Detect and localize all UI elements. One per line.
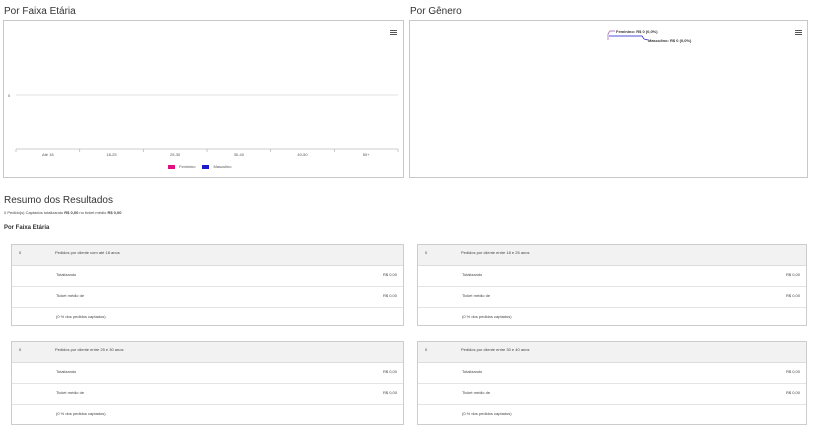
gender-chart (607, 30, 649, 41)
card-ticket-label: Ticket médio de (462, 293, 491, 298)
card-total-value: R$ 0,00 (785, 369, 800, 374)
card-total-row: Totalizando R$ 0,00 (12, 363, 403, 384)
card-ticket-row: Ticket médio de R$ 0,00 (12, 384, 403, 405)
x-tick-label: Até 18 (42, 152, 54, 157)
summary-middle: no ticket médio (79, 210, 107, 215)
card-total-label: Totalizando (56, 272, 77, 277)
x-tick-label: 50+ (363, 152, 370, 157)
card-header: 0 Pedidos por cliente entre 18 e 25 anos (418, 245, 806, 266)
summary-prefix: 0 Pedido(s) Captados totalizando (4, 210, 64, 215)
card-pct-row: (0 % dos pedidos captados) (12, 308, 403, 328)
card-count: 0 (425, 347, 428, 352)
pie-label-masculino: Masculino: R$ 0 (0,0%) (648, 38, 692, 43)
card-ticket-label: Ticket médio de (462, 390, 491, 395)
card-header-text: Pedidos por cliente com até 18 anos (55, 250, 120, 255)
card-header-text: Pedidos por cliente entre 30 e 40 anos (461, 347, 530, 352)
card-ticket-label: Ticket médio de (56, 390, 85, 395)
x-tick-label: 25-30 (170, 152, 181, 157)
summary-card-3: 0 Pedidos por cliente entre 30 e 40 anos… (417, 341, 807, 425)
card-ticket-value: R$ 0,00 (785, 293, 800, 298)
y-tick-label: 0 (8, 93, 11, 98)
card-total-value: R$ 0,00 (785, 272, 800, 277)
card-pct: (0 % dos pedidos captados) (462, 411, 512, 416)
summary-total: R$ 0,00 (64, 210, 79, 215)
card-total-row: Totalizando R$ 0,00 (12, 266, 403, 287)
card-count: 0 (19, 250, 22, 255)
card-total-row: Totalizando R$ 0,00 (418, 363, 806, 384)
card-ticket-row: Ticket médio de R$ 0,00 (418, 384, 806, 405)
card-ticket-value: R$ 0,00 (382, 390, 397, 395)
card-pct-row: (0 % dos pedidos captados) (418, 405, 806, 425)
legend-swatch-masculino (202, 164, 210, 169)
card-total-value: R$ 0,00 (382, 369, 397, 374)
summary-card-0: 0 Pedidos por cliente com até 18 anos To… (11, 244, 404, 326)
summary-card-1: 0 Pedidos por cliente entre 18 e 25 anos… (417, 244, 807, 326)
legend-label-feminino[interactable]: Feminino (179, 164, 195, 169)
x-tick-label: 30-40 (234, 152, 245, 157)
summary-ticket: R$ 0,00 (107, 210, 122, 215)
gender-section-title: Por Gênero (410, 6, 462, 17)
card-pct-row: (0 % dos pedidos captados) (418, 308, 806, 328)
card-ticket-row: Ticket médio de R$ 0,00 (418, 287, 806, 308)
summary-line: 0 Pedido(s) Captados totalizando R$ 0,00… (4, 210, 121, 215)
card-total-label: Totalizando (56, 369, 77, 374)
summary-card-2: 0 Pedidos por cliente entre 25 e 30 anos… (11, 341, 404, 425)
legend-label-masculino[interactable]: Masculino (213, 164, 231, 169)
age-chart-panel: 0 Até 18 18-25 25-30 30-40 40-50 50+ Feminino… (3, 20, 404, 178)
card-pct-row: (0 % dos pedidos captados) (12, 405, 403, 425)
x-tick-label: 18-25 (106, 152, 117, 157)
legend-swatch-feminino (168, 164, 175, 169)
age-section-title: Por Faixa Etária (4, 6, 76, 17)
card-ticket-row: Ticket médio de R$ 0,00 (12, 287, 403, 308)
pie-connector-masculino (609, 35, 649, 41)
pie-connector-feminino (607, 30, 615, 40)
card-header-text: Pedidos por cliente entre 18 e 25 anos (461, 250, 530, 255)
card-count: 0 (425, 250, 428, 255)
card-ticket-value: R$ 0,00 (382, 293, 397, 298)
card-header: 0 Pedidos por cliente entre 30 e 40 anos (418, 342, 806, 363)
card-count: 0 (19, 347, 22, 352)
card-header-text: Pedidos por cliente entre 25 e 30 anos (55, 347, 124, 352)
pie-label-feminino: Feminino: R$ 0 (0,0%) (616, 29, 658, 34)
gender-chart-panel: Feminino: R$ 0 (0,0%) Masculino: R$ 0 (0… (409, 20, 808, 178)
card-total-label: Totalizando (462, 369, 483, 374)
card-ticket-value: R$ 0,00 (785, 390, 800, 395)
summary-title: Resumo dos Resultados (4, 195, 113, 206)
age-chart: 0 Até 18 18-25 25-30 30-40 40-50 50+ (8, 93, 399, 157)
card-total-label: Totalizando (462, 272, 483, 277)
card-total-row: Totalizando R$ 0,00 (418, 266, 806, 287)
card-header: 0 Pedidos por cliente com até 18 anos (12, 245, 403, 266)
age-summary-heading: Por Faixa Etária (4, 225, 50, 231)
card-ticket-label: Ticket médio de (56, 293, 85, 298)
card-pct: (0 % dos pedidos captados) (462, 314, 512, 319)
card-pct: (0 % dos pedidos captados) (56, 411, 106, 416)
age-chart-legend: Feminino Masculino (168, 164, 231, 169)
card-header: 0 Pedidos por cliente entre 25 e 30 anos (12, 342, 403, 363)
card-total-value: R$ 0,00 (382, 272, 397, 277)
card-pct: (0 % dos pedidos captados) (56, 314, 106, 319)
x-tick-label: 40-50 (297, 152, 308, 157)
